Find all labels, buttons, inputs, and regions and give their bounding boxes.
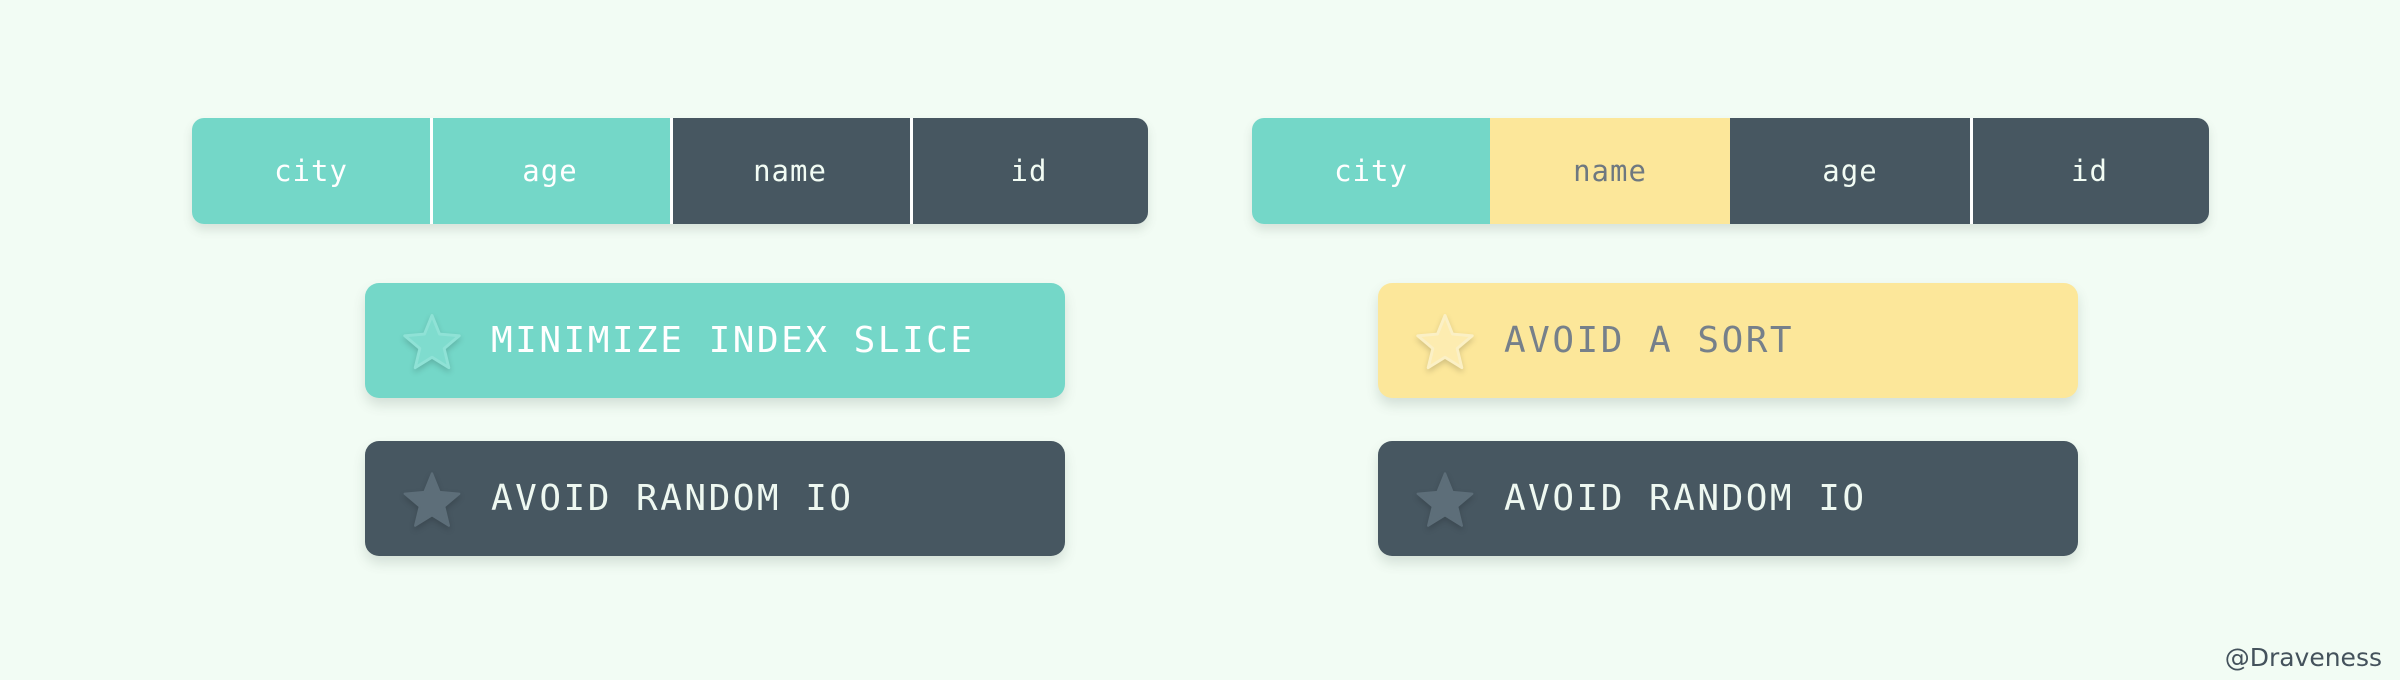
badge-minimize-index-slice: MINIMIZE INDEX SLICE: [365, 283, 1065, 398]
index-segment-label: age: [1822, 154, 1878, 188]
star-filled-icon: [403, 471, 461, 527]
badge-label: MINIMIZE INDEX SLICE: [491, 320, 975, 361]
index-segment-label: id: [1010, 154, 1048, 188]
diagram-canvas: city age name id MINIMIZE INDEX SLICE AV…: [0, 0, 2400, 680]
badge-label: AVOID A SORT: [1504, 320, 1795, 361]
index-segment-city-left: city: [192, 118, 430, 224]
badge-label: AVOID RANDOM IO: [491, 478, 854, 519]
index-segment-city-right: city: [1252, 118, 1490, 224]
index-segment-name-left: name: [670, 118, 910, 224]
badge-avoid-a-sort: AVOID A SORT: [1378, 283, 2078, 398]
index-segment-label: age: [522, 154, 578, 188]
index-segment-label: city: [1334, 154, 1408, 188]
watermark: @Draveness: [2224, 643, 2382, 672]
badge-avoid-random-io-right: AVOID RANDOM IO: [1378, 441, 2078, 556]
index-segment-name-right: name: [1490, 118, 1730, 224]
index-segment-label: name: [1573, 154, 1647, 188]
index-segment-age-right: age: [1730, 118, 1970, 224]
star-filled-icon: [1416, 471, 1474, 527]
badge-avoid-random-io-left: AVOID RANDOM IO: [365, 441, 1065, 556]
index-segment-label: name: [753, 154, 827, 188]
index-segment-id-right: id: [1970, 118, 2209, 224]
star-outline-icon: [1416, 313, 1474, 369]
index-segment-label: city: [274, 154, 348, 188]
index-column-bar-left: city age name id: [192, 118, 1148, 224]
index-segment-label: id: [2071, 154, 2108, 188]
index-segment-id-left: id: [910, 118, 1148, 224]
badge-label: AVOID RANDOM IO: [1504, 478, 1867, 519]
index-segment-age-left: age: [430, 118, 670, 224]
index-column-bar-right: city name age id: [1252, 118, 2209, 224]
star-outline-icon: [403, 313, 461, 369]
